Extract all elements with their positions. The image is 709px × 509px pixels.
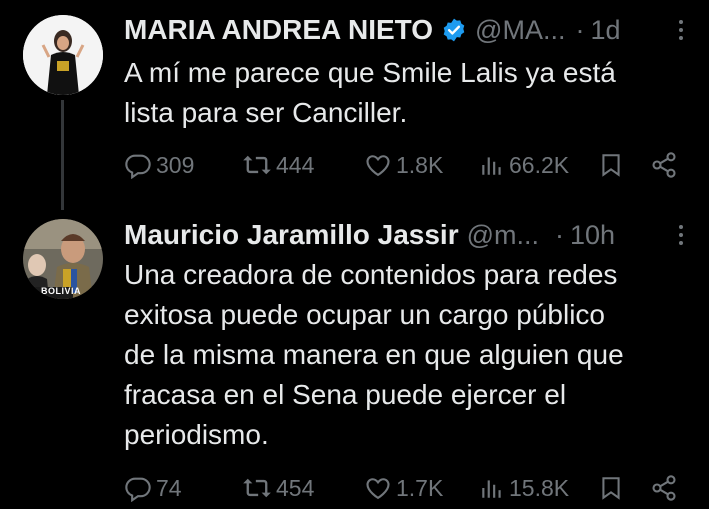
avatar-caption: BOLIVIA bbox=[41, 286, 82, 296]
like-icon bbox=[366, 478, 390, 500]
repost-icon bbox=[243, 155, 271, 175]
author-handle[interactable]: @MA... bbox=[475, 15, 565, 46]
tweet-1[interactable]: MARIA ANDREA NIETO @MA... · 1d A mí me p… bbox=[0, 0, 709, 210]
reply-count: 74 bbox=[156, 474, 182, 501]
bookmark-icon bbox=[602, 477, 620, 500]
avatar-maria[interactable] bbox=[23, 15, 103, 95]
reply-icon bbox=[125, 154, 151, 179]
share-icon bbox=[652, 475, 676, 501]
timestamp[interactable]: 10h bbox=[570, 220, 615, 251]
author-name[interactable]: Mauricio Jaramillo Jassir bbox=[124, 219, 459, 251]
share-icon bbox=[652, 152, 676, 178]
thread-line bbox=[61, 100, 64, 210]
views-button[interactable]: 66.2K bbox=[479, 151, 569, 179]
separator-dot: · bbox=[575, 14, 585, 45]
share-button[interactable] bbox=[650, 474, 678, 502]
like-button[interactable]: 1.7K bbox=[364, 474, 443, 502]
avatar-mauricio[interactable]: BOLIVIA bbox=[23, 219, 103, 299]
bookmark-button[interactable] bbox=[598, 151, 624, 179]
more-icon[interactable] bbox=[677, 20, 685, 40]
reply-button[interactable]: 74 bbox=[124, 474, 182, 502]
reply-button[interactable]: 309 bbox=[124, 151, 194, 179]
reply-icon bbox=[125, 477, 151, 502]
tweet-2[interactable]: BOLIVIA Mauricio Jaramillo Jassir @m... … bbox=[0, 210, 709, 509]
timestamp[interactable]: 1d bbox=[590, 15, 620, 46]
verified-badge-icon bbox=[441, 17, 467, 43]
author-name[interactable]: MARIA ANDREA NIETO bbox=[124, 14, 433, 46]
avatar-image bbox=[23, 15, 103, 95]
more-icon[interactable] bbox=[677, 225, 685, 245]
like-count: 1.8K bbox=[396, 151, 444, 178]
bookmark-icon bbox=[602, 154, 620, 177]
views-icon bbox=[482, 157, 501, 175]
repost-count: 444 bbox=[276, 151, 315, 178]
action-bar: 309 444 1.8K 66.2K bbox=[124, 145, 709, 185]
separator-dot: · bbox=[555, 219, 565, 250]
repost-button[interactable]: 454 bbox=[242, 474, 314, 502]
tweet-text: Una creadora de contenidos para redes ex… bbox=[124, 259, 624, 450]
like-count: 1.7K bbox=[396, 474, 444, 501]
views-icon bbox=[482, 480, 501, 498]
views-count: 15.8K bbox=[509, 474, 570, 501]
bookmark-button[interactable] bbox=[598, 474, 624, 502]
like-icon bbox=[366, 155, 390, 177]
share-button[interactable] bbox=[650, 151, 678, 179]
repost-button[interactable]: 444 bbox=[242, 151, 314, 179]
repost-count: 454 bbox=[276, 474, 315, 501]
reply-count: 309 bbox=[156, 151, 195, 178]
action-bar: 74 454 1.7K 15.8K bbox=[124, 468, 709, 508]
views-button[interactable]: 15.8K bbox=[479, 474, 569, 502]
views-count: 66.2K bbox=[509, 151, 570, 178]
author-handle[interactable]: @m... bbox=[467, 220, 539, 251]
repost-icon bbox=[243, 478, 271, 498]
like-button[interactable]: 1.8K bbox=[364, 151, 443, 179]
tweet-text: A mí me parece que Smile Lalis ya está l… bbox=[124, 57, 616, 128]
